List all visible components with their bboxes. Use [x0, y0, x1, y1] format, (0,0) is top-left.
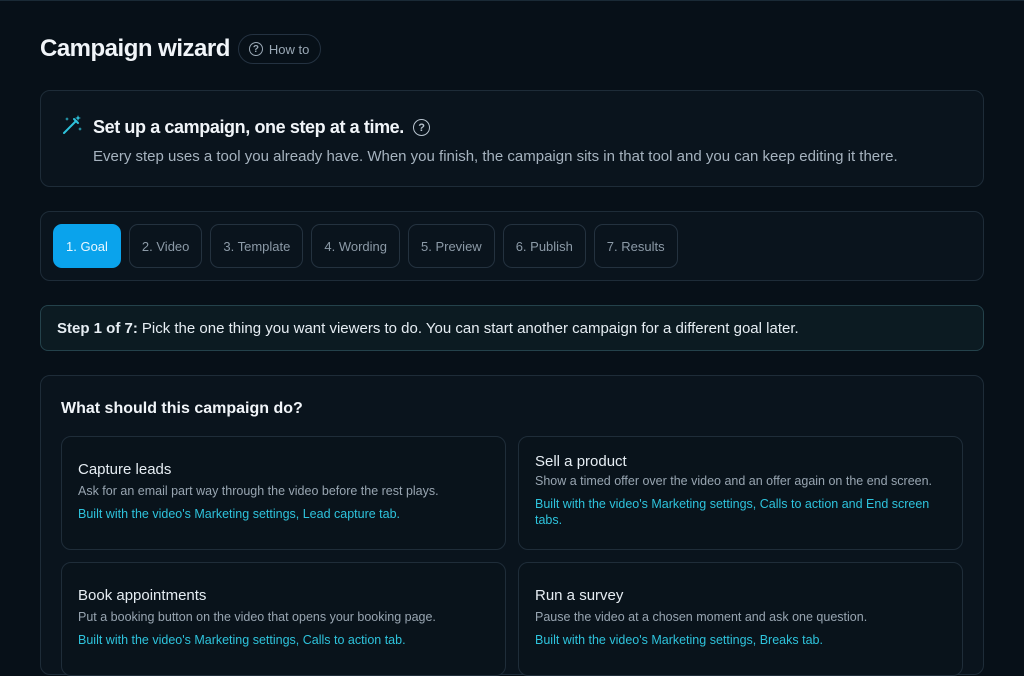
step-tab-goal[interactable]: 1. Goal [53, 224, 121, 268]
step-tab-video[interactable]: 2. Video [128, 224, 203, 268]
goal-option-book-appointments[interactable]: Book appointments Put a booking button o… [61, 562, 506, 676]
step-tab-template[interactable]: 3. Template [210, 224, 304, 268]
intro-description: Every step uses a tool you already have.… [93, 148, 898, 165]
goal-selection-panel: What should this campaign do? Capture le… [40, 375, 984, 676]
question-circle-icon: ? [248, 42, 263, 56]
wizard-steps: 1. Goal 2. Video 3. Template 4. Wording … [40, 211, 984, 281]
intro-title-row: Set up a campaign, one step at a time. ? [93, 117, 430, 138]
step-tab-results[interactable]: 7. Results [593, 224, 678, 268]
how-to-label: How to [268, 41, 310, 57]
magic-wand-icon [63, 115, 82, 134]
goal-option-title: Capture leads [78, 461, 172, 478]
goal-option-built-with: Built with the video's Marketing setting… [535, 497, 930, 527]
goal-option-built-with: Built with the video's Marketing setting… [78, 507, 401, 521]
goal-option-title: Run a survey [535, 587, 624, 604]
campaign-wizard-page: Campaign wizard ? How to Set up a campai… [40, 1, 984, 676]
goal-option-capture-leads[interactable]: Capture leads Ask for an email part way … [61, 436, 506, 550]
intro-panel: Set up a campaign, one step at a time. ?… [40, 90, 984, 187]
goal-option-built-with: Built with the video's Marketing setting… [535, 633, 823, 647]
how-to-button[interactable]: ? How to [237, 34, 322, 64]
goal-option-sell-product[interactable]: Sell a product Show a timed offer over t… [518, 436, 963, 550]
goal-option-description: Pause the video at a chosen moment and a… [535, 610, 868, 624]
step-info-text: Pick the one thing you want viewers to d… [141, 319, 799, 337]
goal-option-title: Sell a product [535, 453, 627, 470]
goal-option-description: Put a booking button on the video that o… [78, 610, 436, 624]
goal-option-title: Book appointments [78, 587, 207, 604]
page-header: Campaign wizard ? How to [40, 34, 984, 64]
step-info-prefix: Step 1 of 7: [57, 319, 138, 337]
intro-help-icon[interactable]: ? [412, 119, 430, 136]
step-tab-preview[interactable]: 5. Preview [408, 224, 495, 268]
intro-title: Set up a campaign, one step at a time. [93, 117, 404, 137]
step-info-banner: Step 1 of 7: Pick the one thing you want… [40, 305, 984, 351]
goal-option-run-survey[interactable]: Run a survey Pause the video at a chosen… [518, 562, 963, 676]
step-tab-wording[interactable]: 4. Wording [311, 224, 400, 268]
goal-option-description: Show a timed offer over the video and an… [535, 474, 933, 488]
goal-option-built-with: Built with the video's Marketing setting… [78, 633, 406, 647]
page-title: Campaign wizard [40, 35, 230, 62]
goal-heading: What should this campaign do? [61, 400, 303, 417]
goal-option-description: Ask for an email part way through the vi… [78, 484, 439, 498]
step-tab-publish[interactable]: 6. Publish [502, 224, 586, 268]
